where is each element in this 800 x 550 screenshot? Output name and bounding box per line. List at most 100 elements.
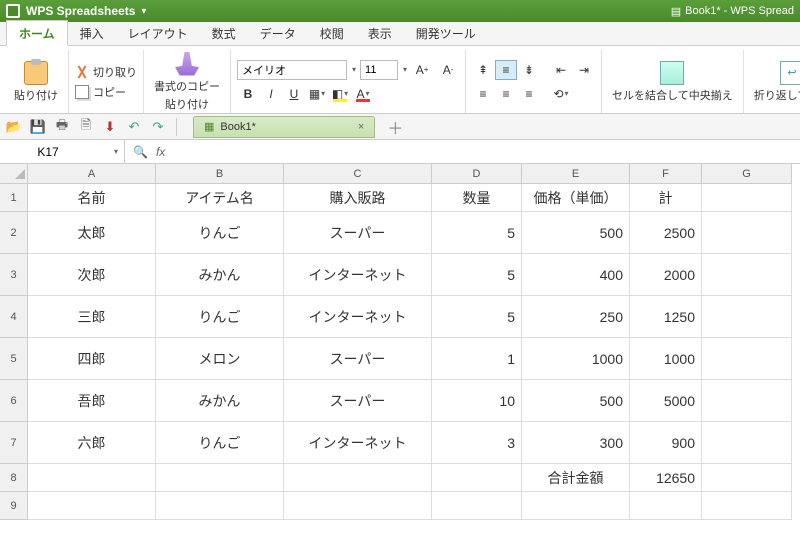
menu-tab-表示[interactable]: 表示 <box>356 21 404 45</box>
cell-C6[interactable]: スーパー <box>284 380 432 422</box>
cell-C4[interactable]: インターネット <box>284 296 432 338</box>
cell-F4[interactable]: 1250 <box>630 296 702 338</box>
align-top-button[interactable]: ⇞ <box>472 60 494 80</box>
cell-F6[interactable]: 5000 <box>630 380 702 422</box>
cell-C9[interactable] <box>284 492 432 520</box>
orientation-button[interactable]: ⟲▾ <box>550 84 572 104</box>
cell-D7[interactable]: 3 <box>432 422 522 464</box>
cells-area[interactable]: 名前アイテム名購入販路数量価格（単価）計太郎りんごスーパー55002500次郎み… <box>28 184 800 520</box>
row-header-5[interactable]: 5 <box>0 338 28 380</box>
cell-G7[interactable] <box>702 422 792 464</box>
align-left-button[interactable]: ≡ <box>472 84 494 104</box>
cell-D4[interactable]: 5 <box>432 296 522 338</box>
cell-B9[interactable] <box>156 492 284 520</box>
cell-B2[interactable]: りんご <box>156 212 284 254</box>
cell-C5[interactable]: スーパー <box>284 338 432 380</box>
cell-E8[interactable]: 合計金額 <box>522 464 630 492</box>
cell-G4[interactable] <box>702 296 792 338</box>
search-icon[interactable]: 🔍 <box>133 145 148 159</box>
cell-B4[interactable]: りんご <box>156 296 284 338</box>
cell-E3[interactable]: 400 <box>522 254 630 296</box>
wrap-text-button[interactable]: 折り返して全体 <box>750 59 800 105</box>
undo-button[interactable]: ↶ <box>124 117 144 137</box>
row-header-4[interactable]: 4 <box>0 296 28 338</box>
column-header-B[interactable]: B <box>156 164 284 184</box>
cell-A2[interactable]: 太郎 <box>28 212 156 254</box>
cell-D9[interactable] <box>432 492 522 520</box>
print-button[interactable]: 🖶 <box>52 117 72 137</box>
name-box[interactable]: ▾ <box>0 140 125 163</box>
italic-button[interactable]: I <box>260 84 282 104</box>
cell-D8[interactable] <box>432 464 522 492</box>
row-header-9[interactable]: 9 <box>0 492 28 520</box>
cell-F3[interactable]: 2000 <box>630 254 702 296</box>
cell-G1[interactable] <box>702 184 792 212</box>
cell-D2[interactable]: 5 <box>432 212 522 254</box>
export-pdf-button[interactable]: ⬇ <box>100 117 120 137</box>
cell-F7[interactable]: 900 <box>630 422 702 464</box>
column-header-F[interactable]: F <box>630 164 702 184</box>
cell-A8[interactable] <box>28 464 156 492</box>
cell-D3[interactable]: 5 <box>432 254 522 296</box>
cell-A3[interactable]: 次郎 <box>28 254 156 296</box>
border-button[interactable]: ▦▾ <box>306 84 328 104</box>
menu-tab-数式[interactable]: 数式 <box>200 21 248 45</box>
menu-tab-レイアウト[interactable]: レイアウト <box>116 21 200 45</box>
underline-button[interactable]: U <box>283 84 305 104</box>
name-box-input[interactable] <box>8 145 88 159</box>
titlebar-dropdown-icon[interactable]: ▾ <box>141 6 146 17</box>
print-preview-button[interactable]: 🗎 <box>76 117 96 137</box>
cell-E2[interactable]: 500 <box>522 212 630 254</box>
cell-G5[interactable] <box>702 338 792 380</box>
open-button[interactable]: 📂 <box>4 117 24 137</box>
cell-E7[interactable]: 300 <box>522 422 630 464</box>
close-tab-button[interactable]: × <box>358 121 364 133</box>
document-tab[interactable]: ▦ Book1* × <box>193 116 375 138</box>
row-header-3[interactable]: 3 <box>0 254 28 296</box>
font-name-input[interactable] <box>237 60 347 80</box>
align-right-button[interactable]: ≡ <box>518 84 540 104</box>
cell-D1[interactable]: 数量 <box>432 184 522 212</box>
cell-C3[interactable]: インターネット <box>284 254 432 296</box>
cell-G3[interactable] <box>702 254 792 296</box>
merge-center-button[interactable]: セルを結合して中央揃え <box>608 59 737 105</box>
column-header-G[interactable]: G <box>702 164 792 184</box>
cell-B6[interactable]: みかん <box>156 380 284 422</box>
fx-icon[interactable]: fx <box>156 145 165 159</box>
menu-tab-データ[interactable]: データ <box>248 21 308 45</box>
fill-color-button[interactable]: ◧▾ <box>329 84 351 104</box>
row-header-6[interactable]: 6 <box>0 380 28 422</box>
font-size-input[interactable] <box>360 60 398 80</box>
row-header-2[interactable]: 2 <box>0 212 28 254</box>
cell-F1[interactable]: 計 <box>630 184 702 212</box>
cell-F2[interactable]: 2500 <box>630 212 702 254</box>
cell-E9[interactable] <box>522 492 630 520</box>
column-header-E[interactable]: E <box>522 164 630 184</box>
cell-C2[interactable]: スーパー <box>284 212 432 254</box>
decrease-font-button[interactable]: A- <box>437 60 459 80</box>
increase-indent-button[interactable]: ⇥ <box>573 60 595 80</box>
bold-button[interactable]: B <box>237 84 259 104</box>
cell-D5[interactable]: 1 <box>432 338 522 380</box>
format-painter-button[interactable]: 書式のコピー 貼り付け <box>150 50 224 114</box>
increase-font-button[interactable]: A+ <box>411 60 433 80</box>
redo-button[interactable]: ↷ <box>148 117 168 137</box>
menu-tab-ホーム[interactable]: ホーム <box>6 20 68 46</box>
cell-F9[interactable] <box>630 492 702 520</box>
cell-A5[interactable]: 四郎 <box>28 338 156 380</box>
cell-E6[interactable]: 500 <box>522 380 630 422</box>
cell-B7[interactable]: りんご <box>156 422 284 464</box>
cell-A9[interactable] <box>28 492 156 520</box>
align-bottom-button[interactable]: ⇟ <box>518 60 540 80</box>
cell-E4[interactable]: 250 <box>522 296 630 338</box>
font-color-button[interactable]: A▾ <box>352 84 374 104</box>
cell-F5[interactable]: 1000 <box>630 338 702 380</box>
cut-button[interactable]: 切り取り <box>75 64 137 80</box>
copy-button[interactable]: コピー <box>75 84 137 100</box>
cell-A7[interactable]: 六郎 <box>28 422 156 464</box>
cell-A6[interactable]: 吾郎 <box>28 380 156 422</box>
menu-tab-挿入[interactable]: 挿入 <box>68 21 116 45</box>
paste-button[interactable]: 貼り付け <box>10 59 62 105</box>
align-center-button[interactable]: ≡ <box>495 84 517 104</box>
column-header-D[interactable]: D <box>432 164 522 184</box>
